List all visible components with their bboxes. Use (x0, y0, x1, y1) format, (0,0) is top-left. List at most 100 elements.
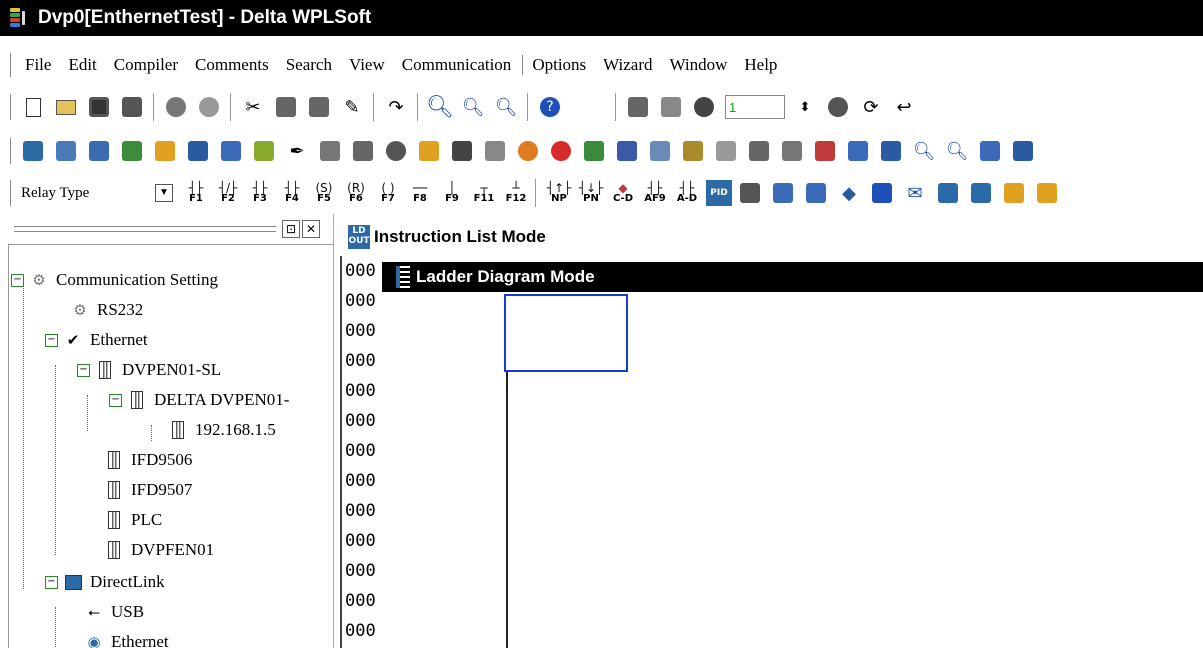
new-file-icon[interactable] (21, 95, 45, 119)
ld-mode-icon[interactable] (21, 139, 45, 163)
tree-node-rs232[interactable]: ⚙ RS232 (71, 297, 143, 323)
wave-icon[interactable] (648, 139, 672, 163)
menu-options[interactable]: Options (522, 55, 586, 75)
fkey-f8-line[interactable]: ── F8 (407, 180, 433, 206)
ladder-editor-canvas[interactable] (382, 292, 1203, 648)
find-next-icon[interactable]: 🔍︎ (494, 95, 518, 119)
wizard-icon[interactable] (738, 181, 762, 205)
upload-icon[interactable] (615, 139, 639, 163)
column-icon[interactable] (969, 181, 993, 205)
tree-node-dvpfen01[interactable]: DVPFEN01 (105, 537, 214, 563)
il-mode-icon[interactable] (87, 139, 111, 163)
menubar-grip[interactable] (10, 53, 13, 77)
register2-icon[interactable] (846, 139, 870, 163)
menu-window[interactable]: Window (670, 55, 728, 75)
offline-icon[interactable] (197, 95, 221, 119)
af9-button[interactable]: ┤├ AF9 (642, 180, 668, 206)
device-monitor-icon[interactable] (747, 139, 771, 163)
fkey-f7-coil[interactable]: ( ) F7 (375, 180, 401, 206)
tree-node-delta-dvpen01[interactable]: − DELTA DVPEN01- (109, 387, 289, 413)
fkey-f1-contact[interactable]: ┤├ F1 (183, 180, 209, 206)
menu-comments[interactable]: Comments (195, 55, 269, 75)
tree-node-usb[interactable]: ⭠ USB (85, 599, 144, 625)
tree-node-dvpen01-sl[interactable]: − DVPEN01-SL (77, 357, 221, 383)
block-icon[interactable] (450, 139, 474, 163)
save-icon[interactable] (87, 95, 111, 119)
table-icon[interactable] (219, 139, 243, 163)
menu-help[interactable]: Help (744, 55, 777, 75)
zoom-in-icon[interactable]: 🔍︎ (426, 95, 454, 120)
diamond-icon[interactable]: ◆ (837, 181, 861, 205)
menu-edit[interactable]: Edit (68, 55, 96, 75)
fkey-f5-contact[interactable]: (S) F5 (311, 180, 337, 206)
tree-node-communication-setting[interactable]: − ⚙ Communication Setting (11, 267, 218, 293)
undo-icon[interactable]: ↷ (384, 95, 408, 119)
bulb-icon[interactable] (384, 139, 408, 163)
ladder-diagram-titlebar[interactable]: Ladder Diagram Mode (382, 262, 1203, 292)
fkey-f6-contact[interactable]: (R) F6 (343, 180, 369, 206)
cut-icon[interactable]: ✂ (241, 95, 265, 119)
pid-button[interactable]: PID (706, 180, 732, 206)
menu-view[interactable]: View (349, 55, 385, 75)
list-icon[interactable] (804, 181, 828, 205)
pen-icon[interactable]: ✒ (285, 139, 309, 163)
value-spin-input[interactable] (725, 95, 785, 119)
monitor-icon[interactable] (626, 95, 650, 119)
io-icon[interactable] (1002, 181, 1026, 205)
eraser-icon[interactable]: ✎ (340, 95, 364, 119)
tree-node-directlink[interactable]: − DirectLink (45, 569, 165, 595)
run-icon[interactable] (692, 95, 716, 119)
zoom2-icon[interactable]: 🔍︎ (945, 139, 969, 163)
wplsoft-app-icon[interactable] (8, 6, 36, 30)
toolbar-grip[interactable] (10, 94, 13, 120)
instruction-list-titlebar[interactable]: LD OUT Instruction List Mode (340, 218, 1203, 256)
code2-icon[interactable] (714, 139, 738, 163)
fkey-f2-contact[interactable]: ┤/├ F2 (215, 180, 241, 206)
pn-contact-button[interactable]: ┤↓├ PN (578, 180, 604, 206)
sfc-mode-icon[interactable] (54, 139, 78, 163)
spin-arrows-icon[interactable]: ⬍ (793, 95, 817, 119)
download-icon[interactable] (582, 139, 606, 163)
tree-node-plc[interactable]: PLC (105, 507, 162, 533)
mail-icon[interactable]: ✉ (903, 181, 927, 205)
comment-icon[interactable] (120, 139, 144, 163)
fkey-f9-vline[interactable]: │ F9 (439, 180, 465, 206)
collapse-icon[interactable]: − (109, 393, 122, 407)
panel-grip[interactable] (14, 226, 276, 232)
print-icon[interactable] (120, 95, 144, 119)
register-icon[interactable] (813, 139, 837, 163)
tree-node-ifd9506[interactable]: IFD9506 (105, 447, 192, 473)
cd-button[interactable]: ◆ C-D (610, 180, 636, 206)
network-icon[interactable] (978, 139, 1002, 163)
stop-icon[interactable] (826, 95, 850, 119)
connect-icon[interactable] (1011, 139, 1035, 163)
toolbar-grip[interactable] (10, 138, 13, 164)
monitor2-icon[interactable] (351, 139, 375, 163)
window-icon[interactable] (483, 139, 507, 163)
fkey-f4-contact[interactable]: ┤├ F4 (279, 180, 305, 206)
ladder-cursor[interactable] (504, 294, 628, 372)
step-icon[interactable]: ↩ (892, 95, 916, 119)
pin-icon[interactable]: ⊡ (282, 220, 300, 238)
image-icon[interactable] (879, 139, 903, 163)
help-icon[interactable]: ? (538, 95, 562, 119)
online-icon[interactable] (164, 95, 188, 119)
device-list-icon[interactable] (186, 139, 210, 163)
tree-node-ifd9507[interactable]: IFD9507 (105, 477, 192, 503)
tree-node-ip-address[interactable]: 192.168.1.5 (169, 417, 276, 443)
set-icon[interactable] (780, 139, 804, 163)
zoom-icon[interactable]: 🔍︎ (912, 139, 936, 163)
menu-file[interactable]: File (25, 55, 51, 75)
edit-icon[interactable] (153, 139, 177, 163)
stop-plc-icon[interactable] (549, 139, 573, 163)
code-icon[interactable] (681, 139, 705, 163)
menu-wizard[interactable]: Wizard (603, 55, 652, 75)
paste-icon[interactable] (307, 95, 331, 119)
fkey-f3-contact[interactable]: ┤├ F3 (247, 180, 273, 206)
grid-icon[interactable] (870, 181, 894, 205)
tree-node-ethernet-direct[interactable]: ◉ Ethernet (85, 629, 168, 648)
tree-node-ethernet[interactable]: − ✔ Ethernet (45, 327, 148, 353)
menu-communication[interactable]: Communication (402, 55, 512, 75)
close-icon[interactable]: ✕ (302, 220, 320, 238)
collapse-icon[interactable]: − (11, 273, 24, 287)
